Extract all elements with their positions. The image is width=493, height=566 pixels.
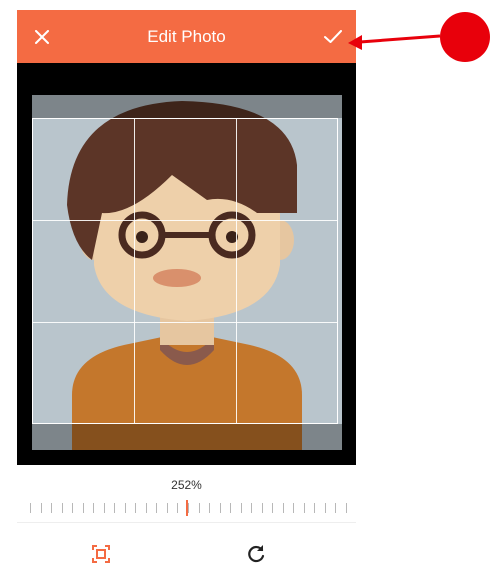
ruler-tick xyxy=(325,503,326,513)
edit-photo-screen: Edit Photo 252% xyxy=(17,10,356,566)
ruler-tick xyxy=(262,503,263,513)
ruler-tick xyxy=(167,503,168,513)
ruler-tick xyxy=(209,503,210,513)
checkmark-icon xyxy=(324,30,342,43)
ruler-tick xyxy=(251,503,252,513)
rotate-icon xyxy=(248,545,265,563)
grid-line-horizontal-1 xyxy=(33,220,337,221)
ruler-tick xyxy=(293,503,294,513)
ruler-tick xyxy=(93,503,94,513)
ruler-tick xyxy=(62,503,63,513)
app-header: Edit Photo xyxy=(17,10,356,63)
grid-line-vertical-1 xyxy=(134,119,135,423)
ruler-tick xyxy=(230,503,231,513)
ruler-tick xyxy=(177,503,178,513)
zoom-needle[interactable] xyxy=(186,500,188,516)
photo-canvas[interactable] xyxy=(17,63,356,465)
ruler-tick xyxy=(156,503,157,513)
grid-line-horizontal-2 xyxy=(33,322,337,323)
ruler-tick xyxy=(51,503,52,513)
ruler-tick xyxy=(114,503,115,513)
ruler-tick xyxy=(125,503,126,513)
ruler-tick xyxy=(72,503,73,513)
ruler-tick xyxy=(146,503,147,513)
toolbar-divider xyxy=(17,522,356,523)
ruler-tick xyxy=(272,503,273,513)
rotate-tool-button[interactable] xyxy=(245,543,267,565)
ruler-tick xyxy=(41,503,42,513)
crop-dim-bottom xyxy=(32,424,342,450)
confirm-button[interactable] xyxy=(318,22,348,52)
ruler-tick xyxy=(346,503,347,513)
ruler-tick xyxy=(188,503,189,513)
ruler-tick xyxy=(304,503,305,513)
zoom-level: 252% xyxy=(171,478,202,492)
annotation-marker xyxy=(440,12,490,62)
ruler-tick xyxy=(199,503,200,513)
crop-frame-icon xyxy=(92,545,110,563)
ruler-tick xyxy=(83,503,84,513)
ruler-tick xyxy=(104,503,105,513)
ruler-tick xyxy=(314,503,315,513)
ruler-tick xyxy=(335,503,336,513)
zoom-ruler-slider[interactable] xyxy=(30,500,347,516)
ruler-tick xyxy=(241,503,242,513)
crop-dim-top xyxy=(32,95,342,118)
page-title: Edit Photo xyxy=(147,27,226,46)
crop-tool-button[interactable] xyxy=(90,543,112,565)
screenshot: Edit Photo 252% xyxy=(0,0,493,566)
ruler-tick xyxy=(283,503,284,513)
crop-frame[interactable] xyxy=(32,118,338,424)
ruler-tick xyxy=(135,503,136,513)
ruler-tick xyxy=(30,503,31,513)
ruler-tick xyxy=(220,503,221,513)
grid-line-vertical-2 xyxy=(236,119,237,423)
